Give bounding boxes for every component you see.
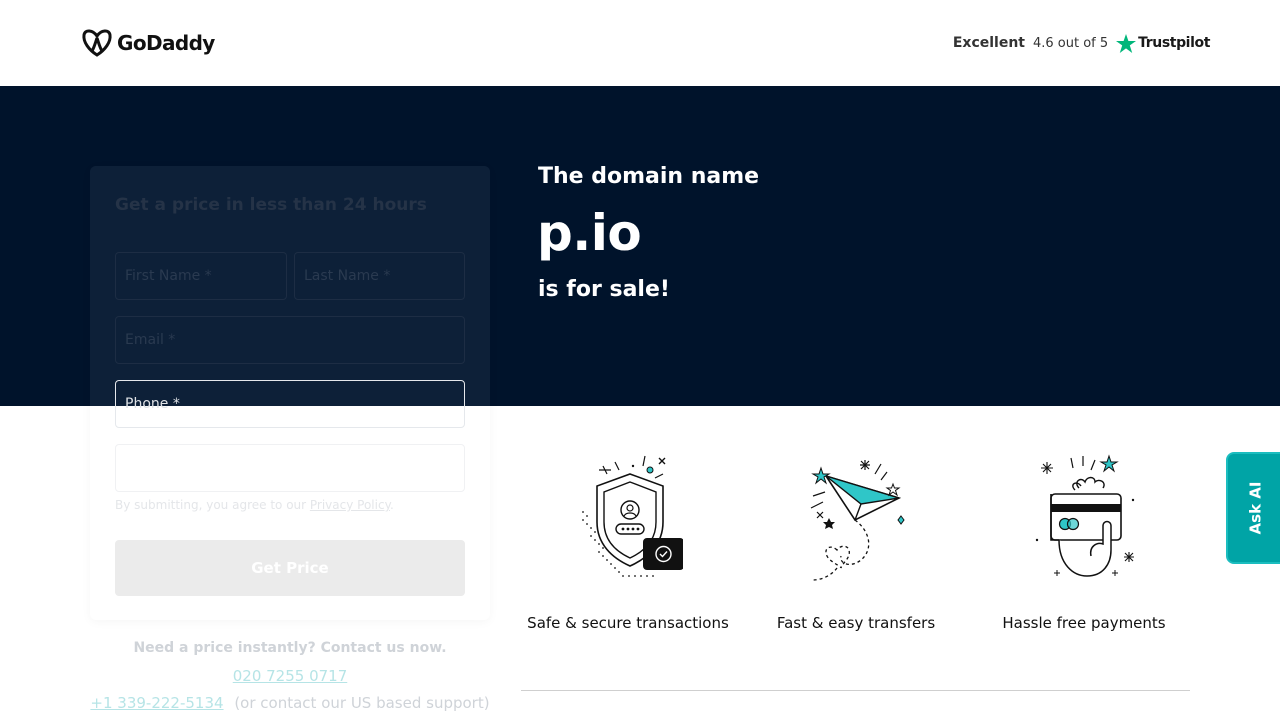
- ask-ai-label: Ask AI: [1246, 481, 1264, 535]
- contact-question: Need a price instantly? Contact us now.: [133, 640, 447, 656]
- star-icon: [1116, 33, 1137, 53]
- extra-field[interactable]: [115, 444, 465, 492]
- uk-phone-link[interactable]: 020 7255 0717: [90, 667, 490, 685]
- terms-prefix: By submitting, you agree to our: [115, 498, 310, 512]
- phone-placeholder: Phone *: [125, 396, 180, 412]
- feature-label: Fast & easy transfers: [776, 614, 936, 632]
- trustpilot-score: 4.6 out of 5: [1032, 35, 1109, 51]
- us-phone-link[interactable]: +1 339-222-5134: [90, 694, 223, 712]
- email-field[interactable]: Email *: [115, 316, 465, 364]
- domain-name: p.io: [537, 204, 642, 262]
- get-price-button[interactable]: Get Price: [115, 540, 465, 596]
- godaddy-logo[interactable]: GoDaddy: [81, 28, 215, 58]
- terms-text: By submitting, you agree to our Privacy …: [115, 498, 394, 512]
- brand-name: GoDaddy: [117, 31, 215, 55]
- feature-label: Hassle free payments: [1002, 614, 1166, 632]
- shield-icon: [582, 455, 683, 577]
- last-name-field[interactable]: Last Name *: [294, 252, 465, 300]
- ask-ai-button[interactable]: Ask AI: [1226, 452, 1280, 564]
- phone-field[interactable]: Phone *: [115, 380, 465, 428]
- feature-payments: Hassle free payments: [970, 452, 1198, 632]
- credit-card-hand-icon: [1035, 454, 1135, 577]
- first-name-placeholder: First Name *: [125, 268, 212, 284]
- email-placeholder: Email *: [125, 332, 176, 348]
- trustpilot-rating-word: Excellent: [952, 35, 1025, 51]
- godaddy-logo-icon: [82, 29, 112, 57]
- form-title: Get a price in less than 24 hours: [115, 195, 427, 215]
- trustpilot-logo: Trustpilot: [1116, 33, 1210, 53]
- last-name-placeholder: Last Name *: [304, 268, 391, 284]
- terms-suffix: .: [389, 498, 394, 512]
- for-sale-text: is for sale!: [538, 277, 670, 302]
- feature-secure: Safe & secure transactions: [514, 452, 742, 632]
- trustpilot-brand-text: Trustpilot: [1138, 35, 1210, 51]
- us-phone-row: +1 339-222-5134 (or contact our US based…: [90, 694, 490, 712]
- paper-plane-icon: [810, 460, 905, 581]
- site-header: GoDaddy Excellent 4.6 out of 5 Trustpilo…: [0, 0, 1280, 86]
- price-request-form: Get a price in less than 24 hours First …: [90, 166, 490, 620]
- feature-label: Safe & secure transactions: [527, 614, 729, 632]
- trustpilot-rating[interactable]: Excellent 4.6 out of 5 Trustpilot: [953, 30, 1210, 56]
- feature-transfers: Fast & easy transfers: [742, 452, 970, 632]
- us-support-note: (or contact our US based support): [234, 694, 490, 712]
- section-divider: [521, 690, 1190, 691]
- privacy-policy-link[interactable]: Privacy Policy: [310, 498, 390, 512]
- first-name-field[interactable]: First Name *: [115, 252, 287, 300]
- hero-label: The domain name: [538, 164, 760, 189]
